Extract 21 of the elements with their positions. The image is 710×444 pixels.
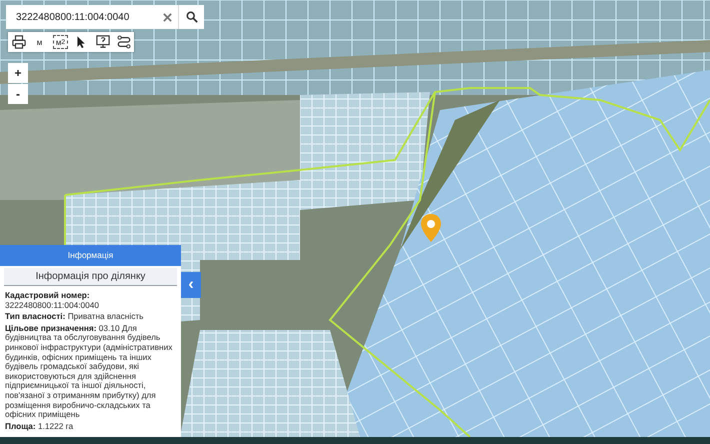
printer-icon [12, 35, 26, 49]
zoom-out-button[interactable]: - [8, 84, 28, 104]
location-pin-icon [421, 214, 441, 242]
print-button[interactable] [8, 32, 29, 52]
zoom-in-button[interactable]: + [8, 63, 28, 83]
panel-subtitle: Інформація про ділянку [4, 268, 177, 286]
route-icon [116, 35, 130, 49]
help-icon [96, 35, 110, 49]
search-input[interactable]: 3222480800:11:004:0040 [6, 6, 157, 28]
info-field: Кадастровий номер: 3222480800:11:004:0040 [5, 291, 176, 310]
search-field[interactable]: 3222480800:11:004:0040 [6, 5, 178, 29]
info-field: Площа: 1.1222 га [5, 422, 176, 432]
collapse-panel-button[interactable]: ‹ [181, 272, 201, 298]
search-button[interactable] [178, 5, 204, 29]
measure-distance-button[interactable]: м [29, 32, 50, 52]
info-field: Цільове призначення: 03.10 Для будівництва та обслуговування будівель ринкової інфраструктури (адміністративних будинків, офісних приміщень та інших будівель громадської забудови, які використовуються для здійснення підприємницької та іншої діяльності, пов'язаної з отриманням прибутку) для розміщення виробничо-складських та офісних приміщень [5, 324, 176, 420]
route-button[interactable] [113, 32, 134, 52]
help-button[interactable] [92, 32, 113, 52]
panel-title: Інформація [0, 245, 181, 266]
search-icon [186, 11, 198, 23]
info-field: Тип власності: Приватна власність [5, 312, 176, 322]
